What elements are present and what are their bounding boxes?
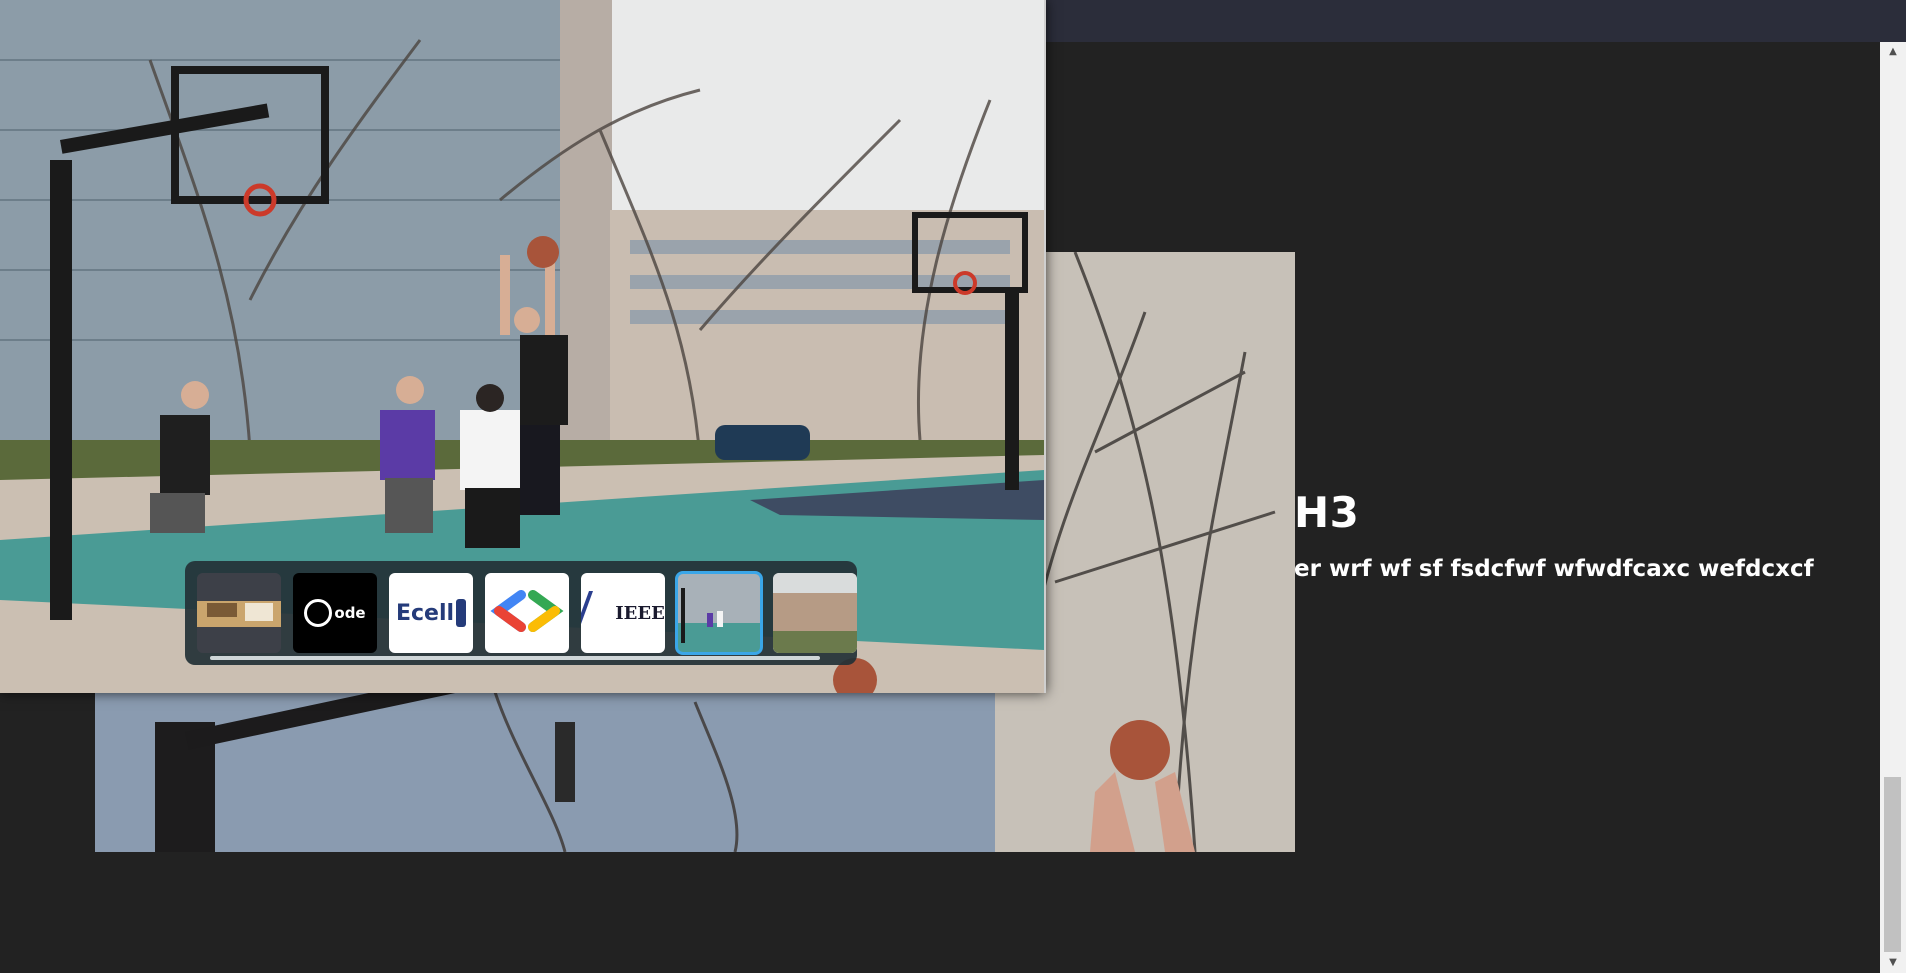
thumbnail-ieee[interactable]: IEEE [581, 573, 665, 653]
scrollbar-thumb[interactable] [1884, 777, 1901, 952]
thumbnail-ecell[interactable]: Ecell [389, 573, 473, 653]
section-heading: H3 [1294, 488, 1360, 537]
thumbnail-label: Ecell [395, 600, 455, 626]
thumbnail-basketball[interactable] [675, 571, 763, 655]
scroll-down-arrow-icon[interactable]: ▼ [1880, 953, 1906, 973]
ecell-logo-icon [456, 599, 467, 627]
thumbnail-gdsc[interactable] [485, 573, 569, 653]
thumbnail-workspace[interactable] [197, 573, 281, 653]
code-club-logo-icon [304, 599, 333, 627]
image-lightbox[interactable]: ode Ecell IEEE [0, 0, 1046, 693]
scroll-up-arrow-icon[interactable]: ▲ [1880, 42, 1906, 62]
thumbnail-code-club[interactable]: ode [293, 573, 377, 653]
thumbnail-strip-scrollbar[interactable] [210, 656, 820, 660]
ieee-wing-icon [581, 591, 620, 635]
thumbnail-campus[interactable] [773, 573, 857, 653]
page-scrollbar[interactable]: ▲ ▼ [1880, 42, 1906, 973]
section-paragraph: er wrf wf sf fsdcfwf wfwdfcaxc wefdcxcf [1294, 556, 1814, 582]
thumbnail-label: ode [334, 604, 366, 622]
thumbnail-label: IEEE [615, 602, 665, 624]
gdsc-logo-icon [490, 590, 564, 632]
thumbnail-strip[interactable]: ode Ecell IEEE [185, 561, 857, 665]
